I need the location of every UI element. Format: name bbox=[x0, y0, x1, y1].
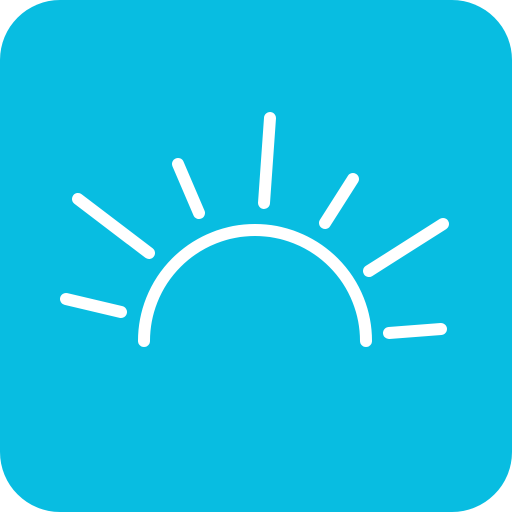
sunrise-icon bbox=[0, 0, 512, 512]
sunrise-app-icon[interactable] bbox=[0, 0, 512, 512]
sun-ray-top bbox=[258, 112, 276, 209]
icon-background bbox=[0, 0, 512, 512]
sun-ray-right-low bbox=[383, 323, 447, 339]
